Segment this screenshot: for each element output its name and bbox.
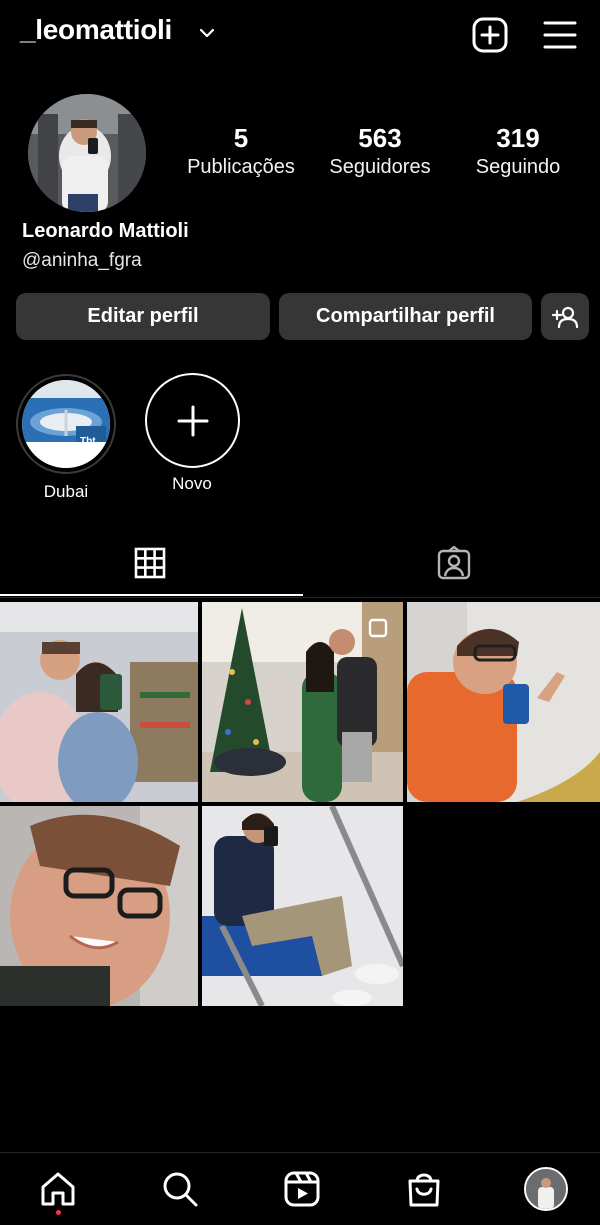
post-photo bbox=[202, 602, 403, 802]
post-photo bbox=[0, 806, 198, 1006]
new-highlight-button[interactable] bbox=[145, 373, 240, 468]
post-photo bbox=[407, 602, 600, 802]
stat-posts[interactable]: 5 Publicações bbox=[180, 122, 302, 180]
profile-tab-photo bbox=[526, 1169, 566, 1209]
plus-icon bbox=[177, 405, 209, 437]
grid-icon[interactable] bbox=[134, 547, 166, 579]
top-bar: _leomattioli bbox=[0, 0, 600, 72]
stat-followers[interactable]: 563 Seguidores bbox=[320, 122, 440, 180]
new-post-icon[interactable] bbox=[470, 15, 510, 55]
tagged-icon[interactable] bbox=[437, 546, 471, 580]
tabs-divider bbox=[0, 597, 600, 598]
home-icon[interactable] bbox=[38, 1169, 78, 1209]
shop-icon[interactable] bbox=[404, 1169, 444, 1209]
username-title[interactable]: _leomattioli bbox=[20, 14, 172, 46]
search-icon[interactable] bbox=[160, 1169, 200, 1209]
highlight-dubai-badge: Tbt bbox=[80, 436, 96, 447]
profile-tab-avatar[interactable] bbox=[524, 1167, 568, 1211]
discover-people-button[interactable] bbox=[541, 293, 589, 340]
post-tile[interactable] bbox=[407, 602, 600, 802]
post-tile[interactable] bbox=[202, 602, 403, 802]
highlight-dubai-cover bbox=[22, 380, 110, 468]
new-highlight-label: Novo bbox=[172, 474, 212, 493]
active-tab-indicator bbox=[0, 594, 303, 596]
stat-following-count: 319 bbox=[496, 123, 540, 153]
highlight-dubai[interactable]: Tbt bbox=[16, 374, 116, 474]
post-photo bbox=[0, 602, 198, 802]
post-tile[interactable] bbox=[0, 602, 198, 802]
stat-posts-label: Publicações bbox=[187, 156, 295, 178]
profile-handle[interactable]: @aninha_fgra bbox=[22, 250, 142, 272]
reels-icon[interactable] bbox=[282, 1169, 322, 1209]
post-photo bbox=[202, 806, 403, 1006]
menu-icon[interactable] bbox=[540, 15, 580, 55]
chevron-down-icon[interactable] bbox=[198, 24, 216, 42]
stat-followers-count: 563 bbox=[358, 123, 402, 153]
bottom-navigation bbox=[0, 1152, 600, 1225]
share-profile-button[interactable]: Compartilhar perfil bbox=[279, 293, 532, 340]
post-tile[interactable] bbox=[202, 806, 403, 1006]
post-tile[interactable] bbox=[0, 806, 198, 1006]
profile-avatar[interactable] bbox=[28, 94, 146, 212]
notification-dot bbox=[56, 1210, 61, 1215]
highlight-dubai-label: Dubai bbox=[43, 482, 89, 501]
edit-profile-button[interactable]: Editar perfil bbox=[16, 293, 270, 340]
avatar-photo bbox=[28, 94, 146, 212]
profile-full-name: Leonardo Mattioli bbox=[22, 220, 189, 242]
stat-following[interactable]: 319 Seguindo bbox=[460, 122, 576, 180]
add-person-icon bbox=[551, 306, 579, 328]
stat-followers-label: Seguidores bbox=[329, 156, 431, 178]
stat-following-label: Seguindo bbox=[475, 156, 561, 178]
stat-posts-count: 5 bbox=[233, 123, 249, 153]
